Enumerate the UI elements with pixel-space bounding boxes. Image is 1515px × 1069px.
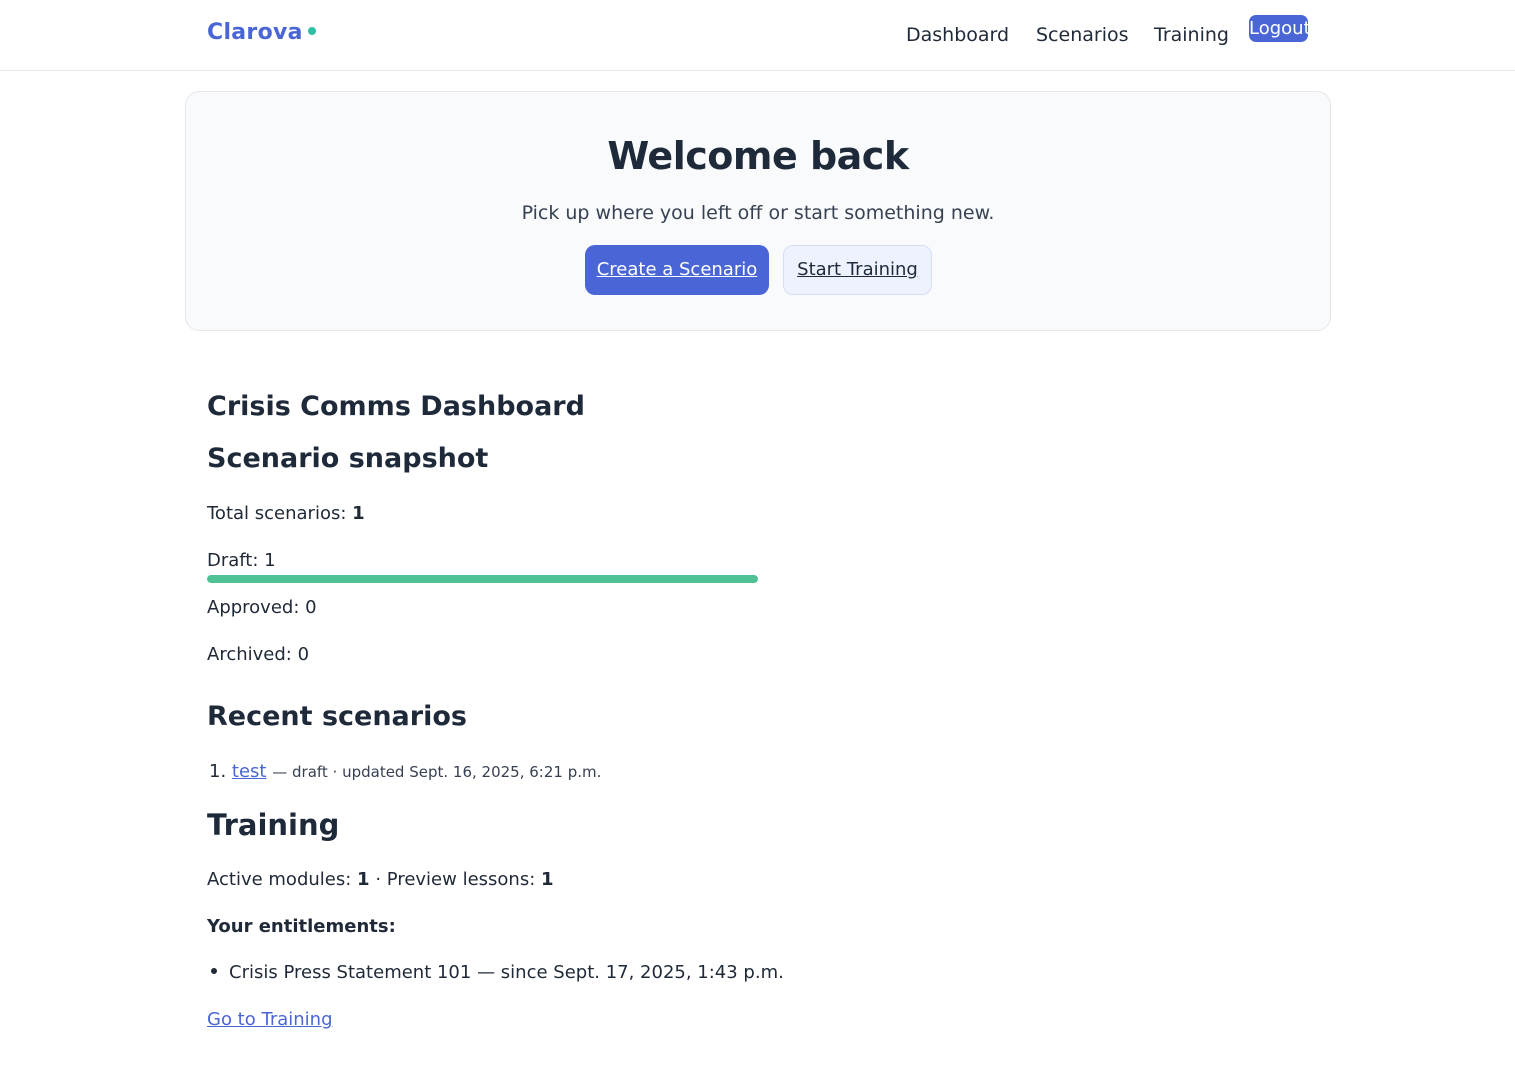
welcome-subtitle: Pick up where you left off or start some…: [521, 202, 995, 224]
nav-dashboard-link[interactable]: Dashboard: [906, 24, 1009, 46]
stats-separator: ·: [375, 869, 382, 890]
preview-lessons-label: Preview lessons:: [386, 869, 536, 890]
preview-lessons-value: 1: [541, 869, 554, 890]
total-scenarios-value: 1: [352, 503, 365, 524]
training-stats: Active modules: 1 · Preview lessons: 1: [207, 869, 554, 890]
nav-training-link[interactable]: Training: [1154, 24, 1229, 46]
scenario-meta: — draft · updated Sept. 16, 2025, 6:21 p…: [272, 763, 602, 781]
scenario-link[interactable]: test: [232, 761, 267, 782]
approved-count: Approved: 0: [207, 597, 317, 618]
welcome-card: Welcome back Pick up where you left off …: [185, 91, 1331, 331]
active-modules-label: Active modules:: [207, 869, 352, 890]
bullet-icon: [211, 968, 217, 974]
archived-count: Archived: 0: [207, 644, 310, 665]
logout-button[interactable]: Logout: [1249, 15, 1308, 42]
dashboard-title: Crisis Comms Dashboard: [207, 391, 585, 422]
list-item: Crisis Press Statement 101 — since Sept.…: [211, 962, 784, 983]
nav-scenarios-link[interactable]: Scenarios: [1036, 24, 1129, 46]
total-scenarios: Total scenarios: 1: [207, 503, 365, 524]
create-scenario-button[interactable]: Create a Scenario: [585, 245, 769, 295]
start-training-button[interactable]: Start Training: [783, 245, 932, 295]
list-item: 1. test — draft · updated Sept. 16, 2025…: [209, 761, 601, 782]
entitlement-text: Crisis Press Statement 101 — since Sept.…: [229, 962, 784, 983]
top-navbar: Clarova Dashboard Scenarios Training Log…: [0, 0, 1515, 71]
training-heading: Training: [207, 808, 340, 842]
snapshot-heading: Scenario snapshot: [207, 443, 489, 474]
draft-count: Draft: 1: [207, 550, 276, 571]
recent-scenarios-heading: Recent scenarios: [207, 701, 467, 732]
list-index: 1.: [209, 761, 227, 782]
draft-progress-bar: [207, 575, 758, 583]
go-to-training-link[interactable]: Go to Training: [207, 1009, 333, 1030]
total-scenarios-label: Total scenarios:: [207, 503, 347, 524]
active-modules-value: 1: [357, 869, 370, 890]
draft-progress-fill: [207, 575, 758, 583]
entitlements-label: Your entitlements:: [207, 916, 396, 937]
welcome-title: Welcome back: [607, 134, 909, 178]
